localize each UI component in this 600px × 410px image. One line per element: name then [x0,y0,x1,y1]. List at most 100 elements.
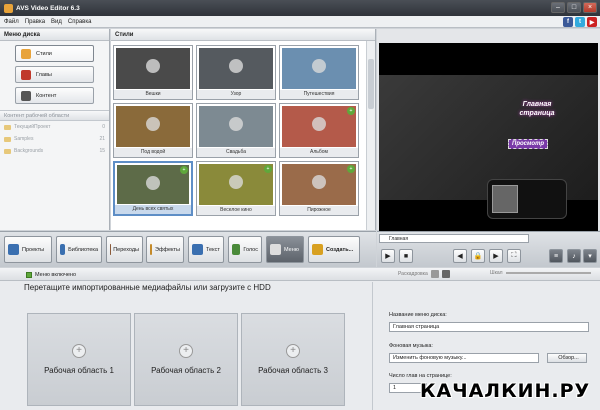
window-title: AVS Video Editor 6.3 [16,4,80,12]
twitter-icon[interactable]: t [575,17,585,27]
nav-button-2[interactable]: Контент [15,87,94,104]
drop-instructions: Перетащите импортированные медиафайлы ил… [24,283,271,292]
toolbar-button-1[interactable]: Библиотека [56,236,102,263]
player-controls: Главная ▶ ■ ◀ 🔒 ▶ ⛶ ≡ ♪ ▾ [377,231,600,267]
camera-image [487,179,567,219]
style-thumbnail[interactable]: Под водой [113,103,193,158]
toolbar-button-0[interactable]: Проекты [4,236,52,263]
style-thumbnail[interactable]: Свадьба [196,103,276,158]
preview-play-button-text[interactable]: Просмотр [508,139,549,149]
toolbar-button-6[interactable]: Меню [266,236,304,263]
work-area-1[interactable]: + Рабочая область 1 [27,313,131,406]
menu-bar: Файл Правка Вид Справка f t ▶ [0,16,600,28]
menu-help[interactable]: Справка [68,19,92,25]
aspect-button[interactable]: ≡ [549,249,563,263]
plus-badge-icon: + [264,165,272,173]
toolbar-button-4[interactable]: Текст [188,236,224,263]
preview-panel: Главная страница Просмотр [377,29,600,231]
work-area-2[interactable]: + Рабочая область 2 [134,313,238,406]
zoom-control[interactable]: Шкал [490,270,591,276]
chapters-label: Число глав на странице: [389,373,452,379]
nav-icon [21,90,31,101]
thumbnail-image [282,48,356,89]
watermark-logo: КАЧАЛКИН.РУ [420,380,591,402]
nav-button-0[interactable]: Стили [15,45,94,62]
toolbar-button-2[interactable]: Переходы [106,236,143,263]
toolbar-icon [8,244,19,255]
toolbar-button-5[interactable]: Голос [228,236,262,263]
close-button[interactable]: × [583,2,597,13]
toolbar-icon [312,244,323,255]
style-thumbnail[interactable]: Узор [196,45,276,100]
bg-music-field[interactable]: Изменить фоновую музыку... [389,353,539,363]
storyboard-toggle[interactable]: Раскадровка [398,270,450,278]
maximize-button[interactable]: □ [567,2,581,13]
menu-edit[interactable]: Правка [25,19,45,25]
fullscreen-button[interactable]: ⛶ [507,249,521,263]
app-icon [4,3,13,13]
folder-item[interactable]: ТекущийПроект 0 [0,121,109,133]
style-thumbnail[interactable]: + Пирожное [279,161,359,216]
nav-button-1[interactable]: Главы [15,66,94,83]
nav-button-label: Стили [36,50,52,57]
style-thumbnail[interactable]: + Альбом [279,103,359,158]
toolbar-icon [232,244,241,255]
main-toolbar: Проекты Библиотека Переходы Эффекты Текст Гол… [0,231,376,267]
work-area-3[interactable]: + Рабочая область 3 [241,313,345,406]
divider [372,282,373,410]
next-frame-button[interactable]: ▶ [489,249,503,263]
more-button[interactable]: ▾ [583,249,597,263]
add-icon: + [179,344,193,358]
toolbar-icon [60,244,66,255]
youtube-icon[interactable]: ▶ [587,17,597,27]
folder-item[interactable]: Backgrounds 15 [0,145,109,157]
menu-name-label: Название меню диска: [389,312,447,318]
menu-view[interactable]: Вид [51,19,62,25]
folder-icon [4,136,11,142]
lock-button[interactable]: 🔒 [471,249,485,263]
minimize-button[interactable]: – [551,2,565,13]
menu-name-field[interactable]: Главная страница [389,322,589,332]
browse-button[interactable]: Обзор... [547,353,587,363]
stop-button[interactable]: ■ [399,249,413,263]
style-thumbnail[interactable]: Вешки [113,45,193,100]
thumbnail-image [282,164,356,205]
add-icon: + [72,344,86,358]
plus-badge-icon: + [180,166,188,174]
title-bar: AVS Video Editor 6.3 – □ × [0,0,600,16]
volume-button[interactable]: ♪ [567,249,581,263]
thumbnail-image [199,106,273,147]
thumbnail-image [199,164,273,205]
thumbnail-image [117,165,189,204]
style-thumbnail[interactable]: + Веселое кино [196,161,276,216]
menu-file[interactable]: Файл [4,19,19,25]
styles-gallery: Стили Вешки Узор Путешествия Под водой Свадь… [111,29,376,230]
style-thumbnail[interactable]: Путешествия [279,45,359,100]
play-button[interactable]: ▶ [381,249,395,263]
preview-title: Главная страница [519,101,555,117]
prev-frame-button[interactable]: ◀ [453,249,467,263]
timeline-label: Главная [379,234,529,243]
thumbnail-image [199,48,273,89]
nav-button-label: Контент [36,92,57,99]
gallery-scrollbar[interactable] [366,41,375,230]
nav-icon [21,48,31,59]
nav-icon [21,69,31,80]
folder-item[interactable]: Samples 21 [0,133,109,145]
toolbar-icon [270,244,281,255]
preview-screen: Главная страница Просмотр [379,43,598,231]
folder-icon [4,124,11,130]
disc-menu-panel: Меню диска Стили Главы Контент Контент раб… [0,29,110,230]
toolbar-button-7[interactable]: Создать... [308,236,360,263]
panel-header: Меню диска [0,29,109,41]
folder-icon [4,148,11,154]
style-thumbnail[interactable]: + День всех святых [113,161,193,216]
toolbar-button-3[interactable]: Эффекты [146,236,184,263]
checkbox-icon [26,272,32,278]
thumbnail-image [116,106,190,147]
plus-badge-icon: + [347,107,355,115]
facebook-icon[interactable]: f [563,17,573,27]
toolbar-icon [150,244,152,255]
menu-enabled-checkbox[interactable]: Меню включено [26,272,76,278]
plus-badge-icon: + [347,165,355,173]
